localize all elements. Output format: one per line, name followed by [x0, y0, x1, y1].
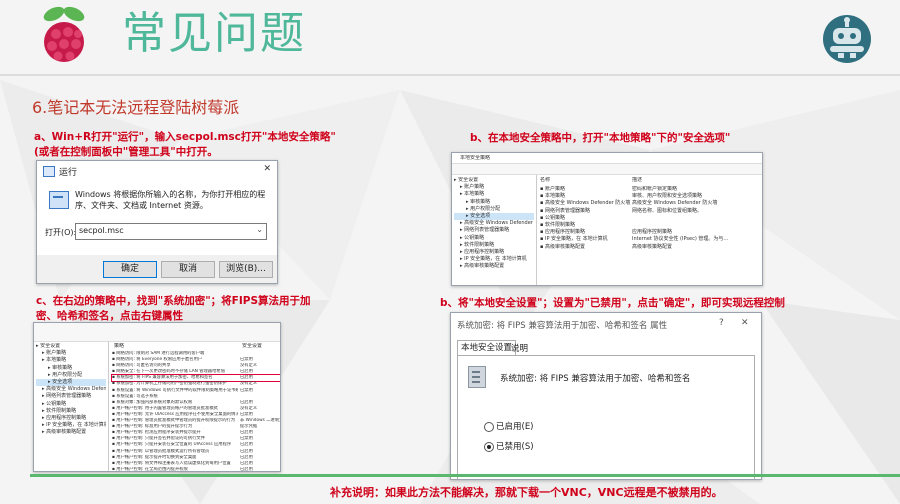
- properties-dialog: 系统加密: 将 FIPS 兼容算法用于加密、哈希和签名 属性 ? ✕ 本地安全设…: [450, 312, 762, 480]
- policy-name: 系统加密: 将 FIPS 兼容算法用于加密、哈希和签名: [500, 374, 691, 384]
- open-input-value: secpol.msc: [79, 226, 124, 235]
- tree-item[interactable]: ▸ 审核策略: [36, 365, 106, 372]
- run-app-icon: [49, 191, 69, 209]
- list-item-desc: 网络名称、图标和位置组策略。: [632, 207, 703, 214]
- tree-item[interactable]: ▸ 网络列表管理器策略: [36, 393, 106, 400]
- open-input[interactable]: secpol.msc ⌄: [75, 223, 267, 240]
- tree-item[interactable]: ▸ 软件限制策略: [36, 408, 106, 415]
- policy-setting-cell: 已启用: [240, 466, 253, 472]
- page-title: 常见问题: [122, 8, 306, 59]
- robot-logo: [823, 15, 871, 63]
- options-col-setting: 安全设置: [242, 343, 263, 349]
- secpol-list: ▪ 账户策略 密码和帐户锁定策略 ▪ 本地策略 审核、用户权限和安全选项策略 ▪ 高级安…: [540, 186, 760, 251]
- footer-note: 补充说明：如果此方法不能解决，那就下载一个VNC，VNC远程是不被禁用的。: [330, 486, 723, 499]
- list-item[interactable]: ▪ 高级审核策略配置 高级审核策略配置: [540, 244, 760, 251]
- list-item-name: ▪ 应用程序控制策略: [540, 229, 585, 236]
- footer-divider: [30, 474, 900, 477]
- options-list: ▪ 网络访问: 限制对 SAM 进行远程调用的客户端 ▪ 网络访问: 将 Ever…: [111, 351, 280, 472]
- tab-local-security-setting[interactable]: 本地安全设置: [457, 340, 517, 355]
- run-icon: [43, 166, 55, 177]
- secpol-tree: ▸ 安全设置 ▸ 账户策略 ▸ 本地策略 ▸ 审核策略 ▸ 用户权限分配 ▸ 安全选项 ▸ …: [454, 177, 534, 270]
- tree-item[interactable]: ▸ 本地策略: [36, 357, 106, 364]
- tree-item[interactable]: ▸ 审核策略: [454, 199, 534, 206]
- list-item-name: ▪ 本地策略: [540, 193, 565, 200]
- list-item-name: ▪ 账户策略: [540, 186, 565, 192]
- tree-item[interactable]: ▸ 本地策略: [454, 191, 534, 198]
- tab-explain[interactable]: 说明: [511, 342, 528, 354]
- list-item[interactable]: ▪ 公钥策略: [540, 215, 760, 222]
- run-dialog: 运行 ✕ Windows 将根据你所输入的名称，为你打开相应的程序、文件夹、文档…: [36, 160, 278, 284]
- list-item[interactable]: ▪ 网络列表管理器策略 网络名称、图标和位置组策略。: [540, 208, 760, 215]
- secpol-window: 本地安全策略 ▸ 安全设置 ▸ 账户策略 ▸ 本地策略 ▸ 审核策略 ▸ 用户权限分配 ▸…: [451, 152, 763, 286]
- tree-item[interactable]: ▸ 公钥策略: [454, 235, 534, 242]
- help-icon[interactable]: ?: [719, 318, 724, 328]
- ok-button[interactable]: 确定: [103, 261, 157, 278]
- policy-name-cell: ▪ 用户帐户控制: 在全局范围内提升权限: [112, 466, 188, 472]
- run-description: Windows 将根据你所输入的名称，为你打开相应的程序、文件夹、文档或 Int…: [75, 190, 266, 210]
- secpol-col-name: 名称: [540, 177, 551, 183]
- tree-item[interactable]: ▸ 用户权限分配: [454, 206, 534, 213]
- chevron-down-icon[interactable]: ⌄: [256, 225, 263, 234]
- section-title: 6.笔记本无法远程登陆树莓派: [32, 98, 240, 117]
- list-item-name: ▪ 软件限制策略: [540, 221, 575, 228]
- close-icon[interactable]: ✕: [263, 164, 271, 174]
- list-item-name: ▪ 高级审核策略配置: [540, 243, 585, 250]
- list-item[interactable]: ▪ IP 安全策略，在 本地计算机 Internet 协议安全性 (IPsec) …: [540, 236, 760, 243]
- security-options-window: ▸ 安全设置 ▸ 账户策略 ▸ 本地策略 ▸ 审核策略 ▸ 用户权限分配 ▸ 安全选项 ▸ …: [33, 322, 281, 472]
- tree-item[interactable]: ▸ 高级审核策略配置: [454, 263, 534, 270]
- table-row[interactable]: ▪ 用户帐户控制: 在全局范围内提升权限 已启用: [112, 466, 280, 472]
- radio-disabled[interactable]: [484, 442, 494, 452]
- list-item-name: ▪ 高级安全 Windows Defender 防火墙: [540, 200, 631, 207]
- list-item-desc: 高级审核策略配置: [632, 243, 673, 250]
- caption-b-top: b、在本地安全策略中，打开"本地策略"下的"安全选项": [470, 132, 731, 144]
- secpol-col-desc: 描述: [632, 177, 643, 183]
- tree-item[interactable]: ▸ 应用程序控制策略: [454, 249, 534, 256]
- tree-item[interactable]: ▸ 网络列表管理器策略: [454, 227, 534, 234]
- options-tree: ▸ 安全设置 ▸ 账户策略 ▸ 本地策略 ▸ 审核策略 ▸ 用户权限分配 ▸ 安全选项 ▸ …: [36, 343, 106, 436]
- tree-item[interactable]: ▸ 高级审核策略配置: [36, 429, 106, 436]
- header-divider: [0, 74, 900, 76]
- radio-enabled-label: 已启用(E): [496, 422, 534, 432]
- radio-disabled-label: 已禁用(S): [496, 442, 534, 452]
- options-col-policy: 策略: [114, 343, 125, 349]
- radio-enabled[interactable]: [484, 422, 494, 432]
- list-item-desc: Internet 协议安全性 (IPsec) 管理。为与...: [632, 236, 729, 243]
- browse-button[interactable]: 浏览(B)...: [219, 261, 273, 278]
- close-icon[interactable]: ✕: [741, 318, 749, 328]
- secpol-title: 本地安全策略: [460, 155, 491, 161]
- open-label: 打开(O):: [45, 228, 77, 237]
- list-item-name: ▪ IP 安全策略，在 本地计算机: [540, 236, 608, 243]
- tree-item[interactable]: ▸ 软件限制策略: [454, 242, 534, 249]
- list-item-name: ▪ 网络列表管理器策略: [540, 207, 590, 214]
- policy-icon: [468, 366, 486, 388]
- tree-item[interactable]: ▸ 应用程序控制策略: [36, 415, 106, 422]
- list-item-name: ▪ 公钥策略: [540, 214, 565, 221]
- caption-a: a、Win+R打开"运行"，输入secpol.msc打开"本地安全策略" (或者…: [34, 131, 336, 158]
- tree-item[interactable]: ▸ 用户权限分配: [36, 372, 106, 379]
- raspberry-pi-logo: [43, 6, 85, 62]
- caption-c: c、在右边的策略中，找到"系统加密"；将FIPS算法用于加 密、哈希和签名，点击…: [36, 295, 311, 322]
- tree-item[interactable]: ▸ 公钥策略: [36, 401, 106, 408]
- run-dialog-title: 运行: [59, 168, 78, 178]
- list-item-desc: 高级安全 Windows Defender 防火墙: [632, 200, 718, 207]
- properties-title: 系统加密: 将 FIPS 兼容算法用于加密、哈希和签名 属性: [457, 321, 668, 331]
- list-item[interactable]: ▪ 高级安全 Windows Defender 防火墙 高级安全 Windows …: [540, 200, 760, 207]
- caption-b-bottom: b、将"本地安全设置"；设置为"已禁用"，点击"确定"，即可实现远程控制: [440, 297, 785, 309]
- cancel-button[interactable]: 取消: [161, 261, 215, 278]
